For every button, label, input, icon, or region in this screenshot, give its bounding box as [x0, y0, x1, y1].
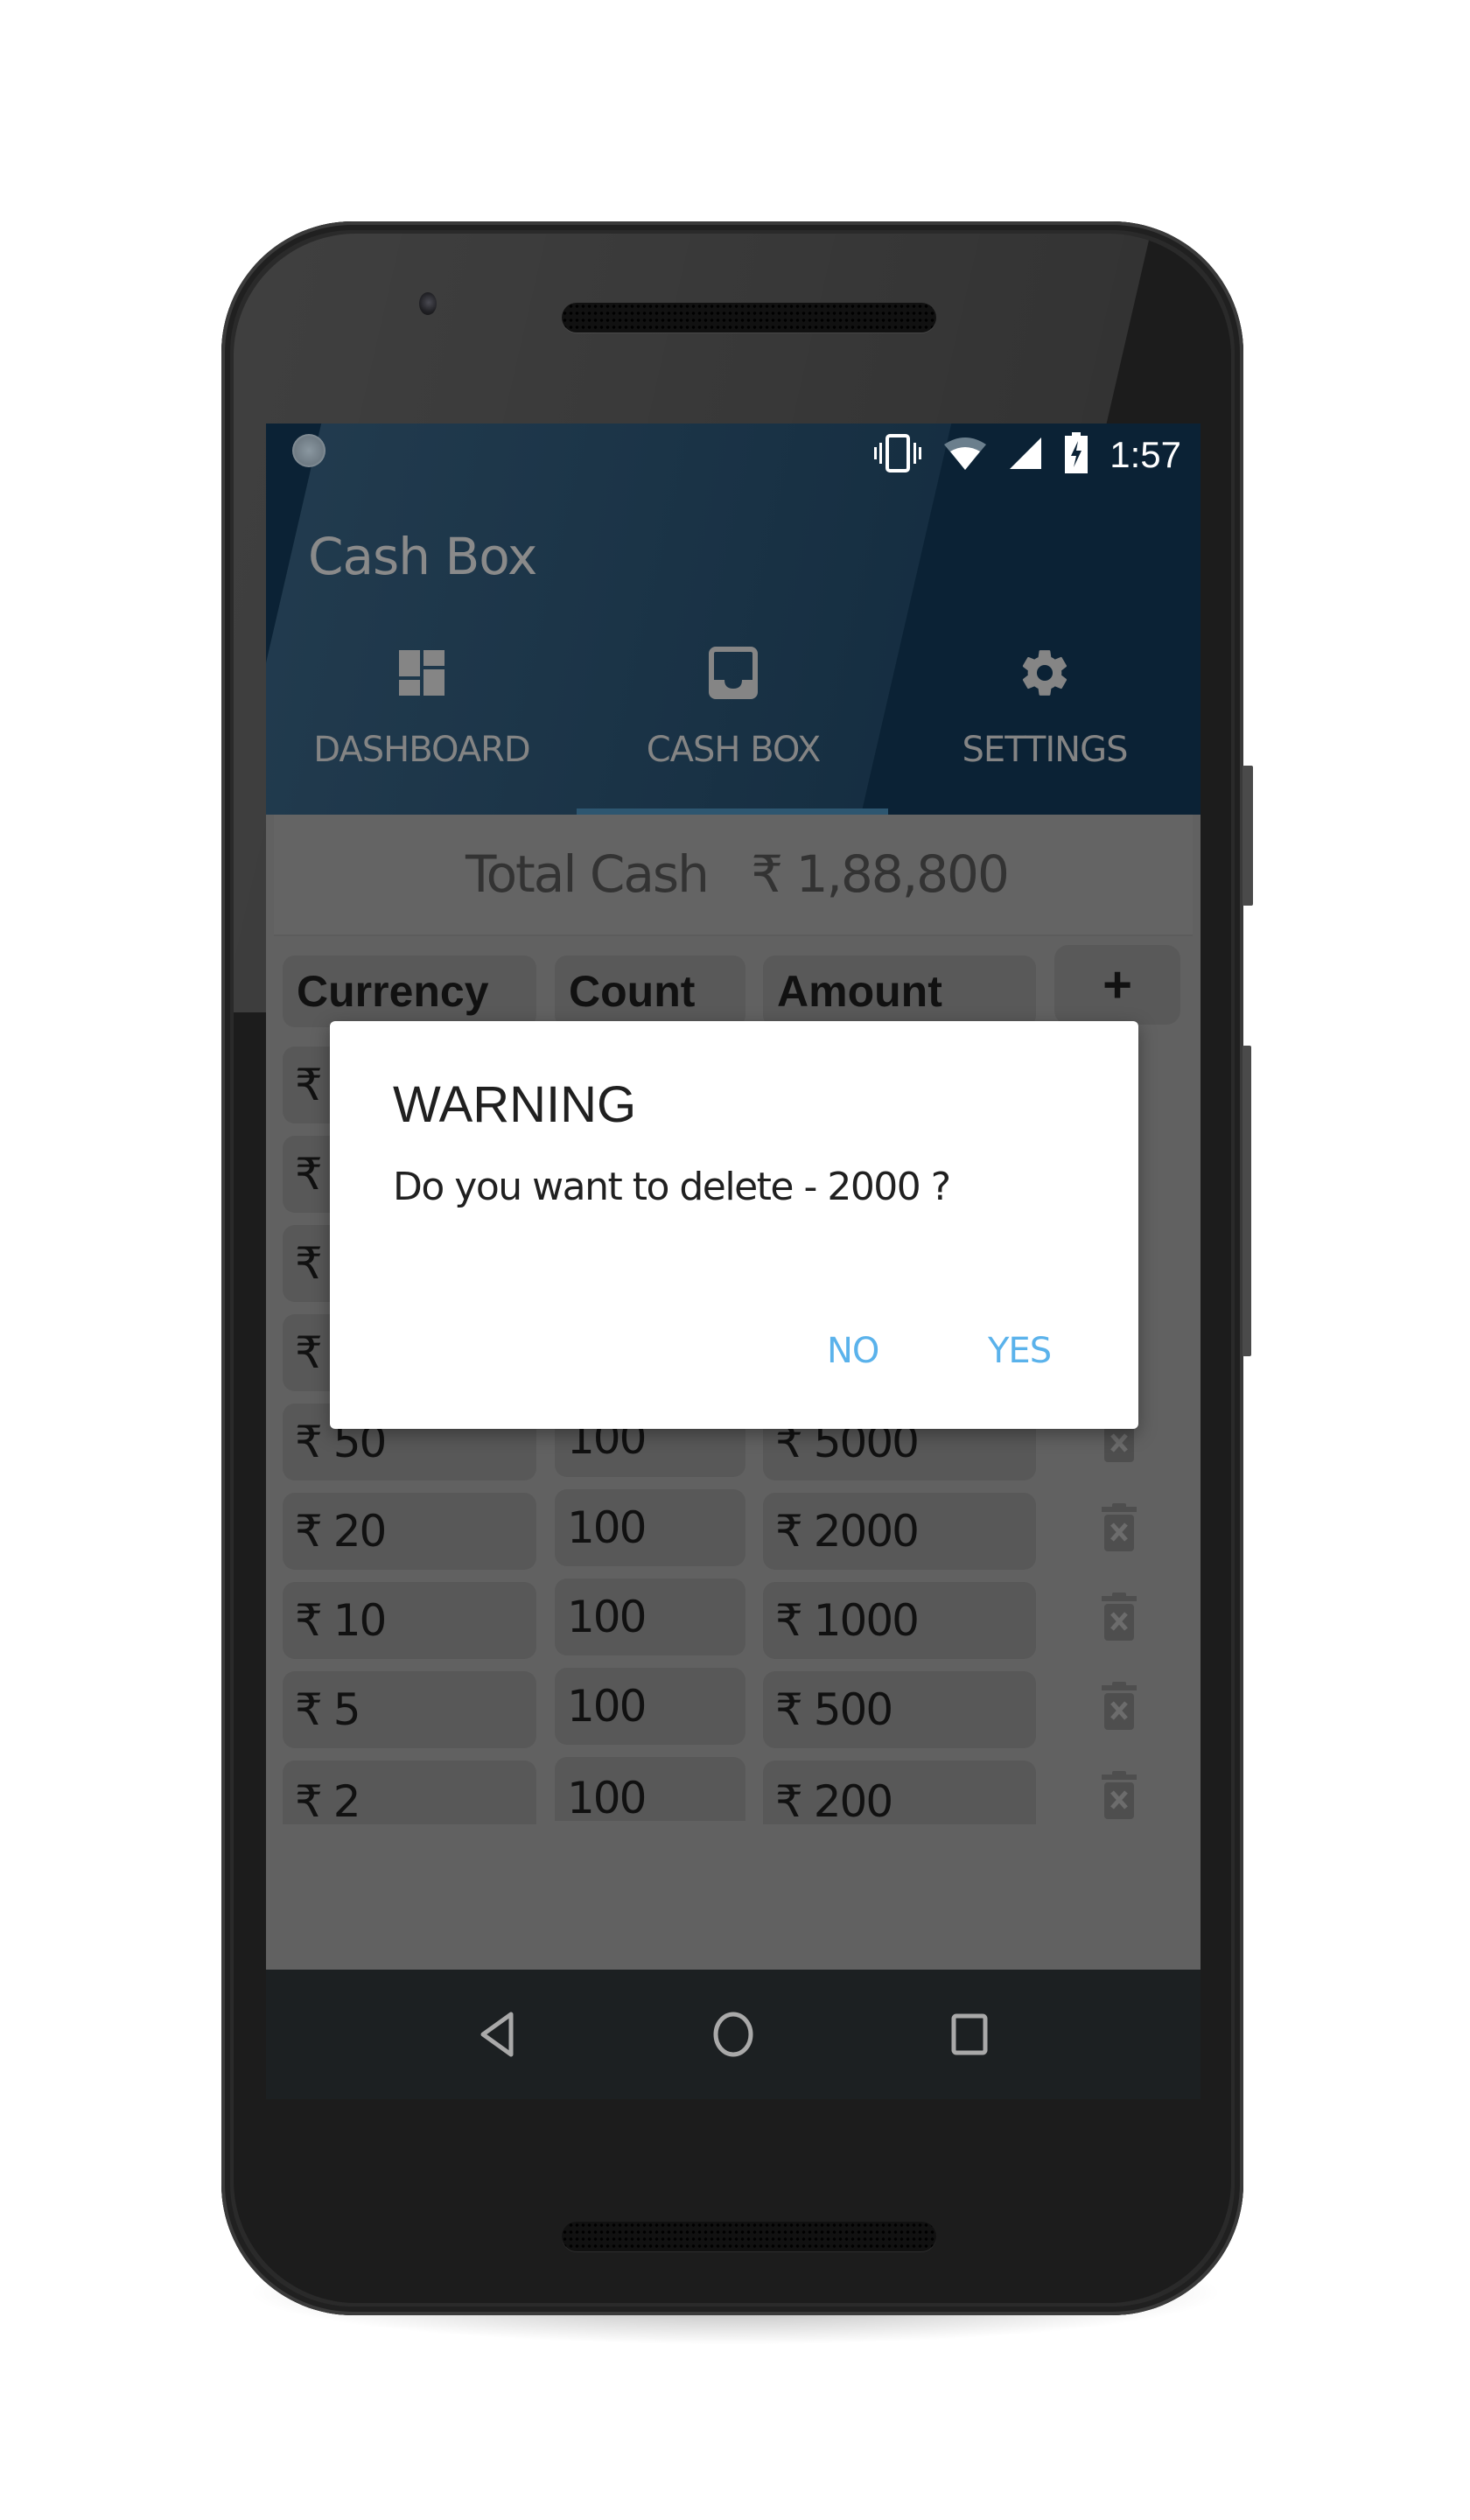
tab-label: SETTINGS	[962, 730, 1129, 770]
amount-cell[interactable]: ₹ 200	[763, 1760, 1036, 1824]
currency-cell[interactable]: ₹ 10	[283, 1582, 536, 1659]
amount-cell[interactable]: ₹ 2000	[763, 1493, 1036, 1570]
back-icon	[480, 2012, 514, 2057]
app-title: Cash Box	[308, 527, 537, 586]
app-bar: 1:57 Cash Box DASHBOARD CASH BOX SETTING…	[266, 424, 1200, 815]
recents-icon	[951, 2013, 988, 2055]
status-time: 1:57	[1110, 434, 1181, 475]
bottom-speaker	[562, 2222, 936, 2251]
total-cash-text: Total Cash ₹ 1,88,800	[466, 844, 1010, 904]
cell-signal-icon	[1008, 436, 1043, 475]
tab-label: DASHBOARD	[313, 730, 530, 770]
total-cash-value: ₹ 1,88,800	[751, 844, 1010, 904]
tab-settings[interactable]: SETTINGS	[889, 642, 1200, 808]
count-cell[interactable]: 100	[555, 1757, 746, 1821]
dialog-message: Do you want to delete - 2000 ?	[393, 1165, 951, 1209]
tab-bar: DASHBOARD CASH BOX SETTINGS	[266, 642, 1200, 808]
currency-cell[interactable]: ₹ 5	[283, 1671, 536, 1748]
vibrate-icon	[873, 433, 922, 477]
dashboard-icon	[391, 642, 452, 704]
notification-dot-icon	[292, 434, 326, 467]
yes-button[interactable]: YES	[988, 1331, 1052, 1371]
count-cell[interactable]: 100	[555, 1578, 746, 1656]
front-camera-icon	[419, 292, 437, 315]
add-row-button[interactable]: +	[1054, 945, 1180, 1025]
header-amount: Amount	[763, 956, 1036, 1027]
selected-tab-indicator	[577, 808, 888, 815]
top-speaker	[562, 303, 936, 332]
amount-cell[interactable]: ₹ 500	[763, 1671, 1036, 1748]
home-button[interactable]	[703, 2004, 764, 2065]
total-cash-panel: Total Cash ₹ 1,88,800	[274, 815, 1193, 936]
gear-icon	[1014, 642, 1075, 704]
header-currency: Currency	[283, 956, 536, 1027]
inbox-icon	[703, 642, 764, 704]
count-cell[interactable]: 100	[555, 1668, 746, 1745]
status-bar: 1:57	[266, 424, 1200, 486]
recents-button[interactable]	[939, 2004, 1000, 2065]
back-button[interactable]	[466, 2004, 528, 2065]
amount-cell[interactable]: ₹ 1000	[763, 1582, 1036, 1659]
currency-cell[interactable]: ₹ 20	[283, 1493, 536, 1570]
total-cash-label: Total Cash	[466, 844, 710, 904]
navigation-bar	[266, 1970, 1200, 2099]
status-icons: 1:57	[873, 429, 1181, 481]
header-count: Count	[555, 956, 746, 1027]
home-icon	[713, 2012, 753, 2057]
delete-icon[interactable]	[1100, 1771, 1138, 1820]
warning-dialog: WARNING Do you want to delete - 2000 ? N…	[330, 1021, 1138, 1429]
delete-icon[interactable]	[1100, 1503, 1138, 1552]
tab-cash-box[interactable]: CASH BOX	[578, 642, 889, 808]
delete-icon[interactable]	[1100, 1682, 1138, 1731]
tab-label: CASH BOX	[646, 730, 822, 770]
no-button[interactable]: NO	[827, 1331, 879, 1371]
power-button[interactable]	[1242, 766, 1253, 906]
screen: 1:57 Cash Box DASHBOARD CASH BOX SETTING…	[266, 424, 1200, 2099]
dialog-title: WARNING	[393, 1076, 637, 1133]
count-cell[interactable]: 100	[555, 1489, 746, 1566]
battery-charging-icon	[1064, 431, 1088, 479]
currency-cell[interactable]: ₹ 2	[283, 1760, 536, 1824]
volume-button[interactable]	[1242, 1046, 1251, 1356]
tab-dashboard[interactable]: DASHBOARD	[266, 642, 578, 808]
delete-icon[interactable]	[1100, 1592, 1138, 1642]
wifi-icon	[943, 436, 987, 475]
